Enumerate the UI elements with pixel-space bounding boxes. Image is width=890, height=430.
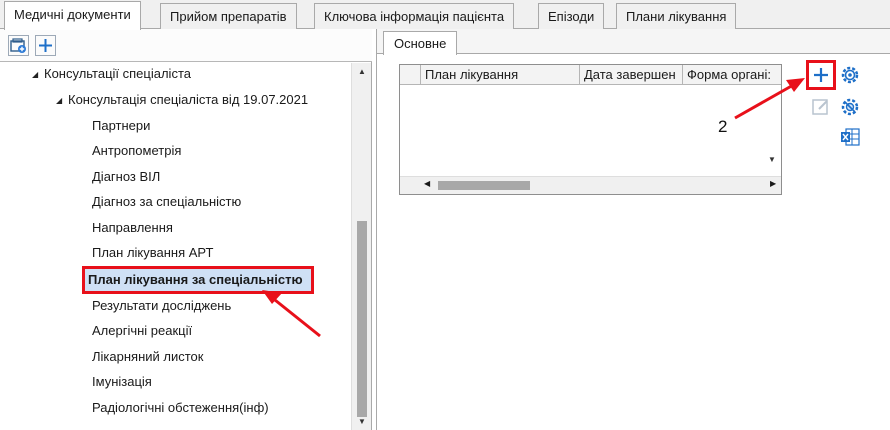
tree-item-radiology[interactable]: Радіологічні обстеження(інф) <box>92 397 269 419</box>
excel-icon <box>841 128 860 146</box>
plus-icon <box>814 68 828 82</box>
tree-node-label: Консультація спеціаліста від 19.07.2021 <box>68 92 309 107</box>
tree-item-art-treatment-plan[interactable]: План лікування АРТ <box>92 242 213 264</box>
tree-item-allergic-reactions[interactable]: Алергічні реакції <box>92 320 192 342</box>
tab-treatment-plans[interactable]: Плани лікування <box>616 3 737 29</box>
collapse-triangle-icon[interactable]: ◢ <box>32 64 44 86</box>
tree-item-sick-leave[interactable]: Лікарняний листок <box>92 346 203 368</box>
gear-blue-icon <box>841 98 859 116</box>
grid-horizontal-scrollbar[interactable]: ◀ ▶ <box>400 176 781 194</box>
document-tree: ◢ Консультації спеціаліста ◢ Консультація … <box>0 63 351 430</box>
tree-item-specialty-diagnosis[interactable]: Діагноз за спеціальністю <box>92 191 241 213</box>
main-tabbar: Медичні документи Прийом препаратів Ключ… <box>0 0 890 30</box>
tree-item-hiv-diagnosis[interactable]: Діагноз ВІЛ <box>92 166 160 188</box>
inner-tabbar: Основне <box>377 29 890 55</box>
column-header-end-date[interactable]: Дата завершен <box>579 65 682 85</box>
tree-vertical-scrollbar[interactable]: ▲ ▼ <box>351 63 371 430</box>
scroll-up-arrow-icon[interactable]: ▲ <box>352 67 372 76</box>
add-document-icon <box>10 38 26 53</box>
scroll-thumb[interactable] <box>438 181 530 190</box>
tree-item-anthropometry[interactable]: Антропометрія <box>92 140 181 162</box>
right-pane: Основне План лікування Дата завершен Фор… <box>376 29 890 430</box>
tree-item-specialty-treatment-plan[interactable]: План лікування за спеціальністю <box>82 266 314 294</box>
scroll-down-arrow-icon[interactable]: ▼ <box>352 417 372 426</box>
tab-key-patient-info[interactable]: Ключова інформація пацієнта <box>314 3 515 29</box>
annotation-step-number: 2 <box>718 117 728 136</box>
gear-icon <box>841 66 859 84</box>
tree-item-referral[interactable]: Направлення <box>92 217 173 239</box>
tab-medical-documents[interactable]: Медичні документи <box>4 1 141 30</box>
edit-button[interactable] <box>809 95 833 119</box>
scroll-right-arrow-icon[interactable]: ▶ <box>770 179 776 188</box>
tab-episodes[interactable]: Епізоди <box>538 3 605 29</box>
add-treatment-plan-button[interactable] <box>806 60 836 90</box>
tree-item-immunization[interactable]: Імунізація <box>92 371 152 393</box>
scroll-down-arrow-icon[interactable]: ▼ <box>763 155 781 164</box>
scroll-thumb[interactable] <box>357 221 367 417</box>
add-document-button[interactable] <box>8 35 29 56</box>
tree-node-consultation-date[interactable]: ◢ Консультація спеціаліста від 19.07.2021 <box>56 89 308 111</box>
left-pane: ◢ Консультації спеціаліста ◢ Консультація … <box>0 29 372 430</box>
column-header-treatment-plan[interactable]: План лікування <box>420 65 579 85</box>
collapse-triangle-icon[interactable]: ◢ <box>56 90 68 112</box>
tree-node-specialist-consultations[interactable]: ◢ Консультації спеціаліста <box>32 63 191 85</box>
row-selector-header <box>400 65 420 85</box>
left-toolbar <box>0 29 372 62</box>
plus-icon <box>39 39 52 52</box>
add-button[interactable] <box>35 35 56 56</box>
edit-icon <box>812 99 828 115</box>
settings-advanced-button[interactable] <box>838 95 862 119</box>
tree-node-label: Консультації спеціаліста <box>44 66 191 81</box>
scroll-left-arrow-icon[interactable]: ◀ <box>424 179 430 188</box>
export-excel-button[interactable] <box>838 125 862 149</box>
settings-button[interactable] <box>838 63 862 87</box>
tree-item-test-results[interactable]: Результати досліджень <box>92 295 231 317</box>
column-header-org-form[interactable]: Форма органі: <box>682 65 781 85</box>
tree-item-partners[interactable]: Партнери <box>92 115 150 137</box>
tab-medication-intake[interactable]: Прийом препаратів <box>160 3 297 29</box>
tab-main[interactable]: Основне <box>383 31 458 55</box>
grid-vertical-scrollbar[interactable]: ▼ <box>763 85 781 176</box>
grid-header: План лікування Дата завершен Форма орган… <box>400 65 781 85</box>
